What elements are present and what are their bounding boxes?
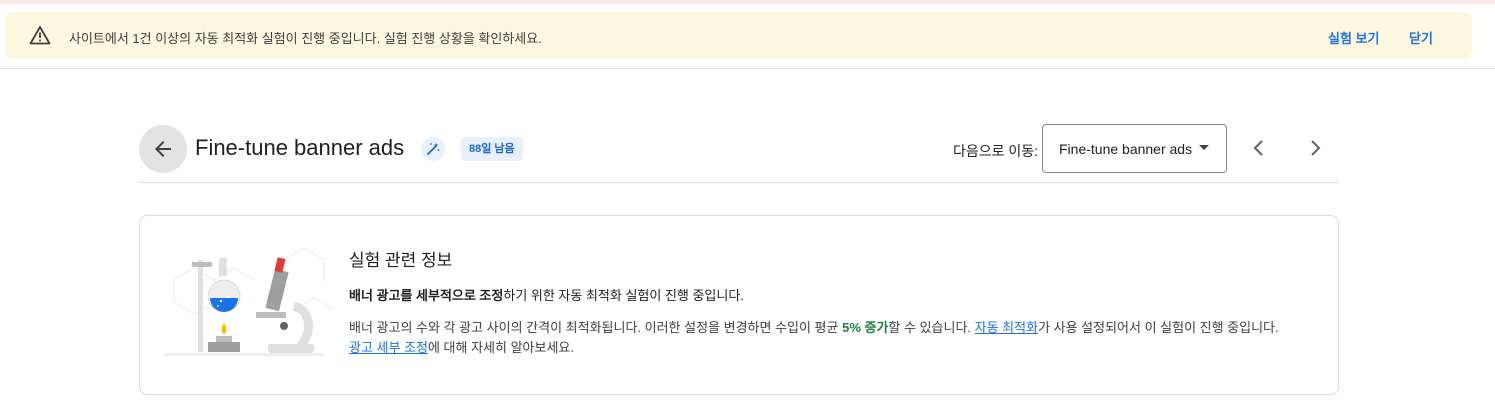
arrow-back-icon	[155, 141, 171, 157]
auto-optimize-icon	[421, 137, 445, 161]
description-text: 할 수 있습니다.	[888, 320, 975, 335]
days-remaining-badge: 88일 남음	[461, 137, 523, 161]
page-title: Fine-tune banner ads	[195, 135, 405, 160]
dismiss-banner-button[interactable]: 닫기	[1409, 28, 1433, 47]
banner-message: 사이트에서 1건 이상의 자동 최적화 실험이 진행 중입니다. 실험 진행 상…	[69, 31, 542, 46]
description-text: 가 사용 설정되어서 이 실험이 진행 중입니다.	[1038, 320, 1279, 335]
section-divider	[139, 182, 1339, 183]
experiment-type-bold: 배너 광고를 세부적으로 조정	[349, 288, 504, 303]
header-divider	[0, 68, 1495, 69]
experiment-description: 배너 광고의 수와 각 광고 사이의 간격이 최적화됩니다. 이러한 설정을 변…	[349, 318, 1329, 358]
description-text: 배너 광고의 수와 각 광고 사이의 간격이 최적화됩니다. 이러한 설정을 변…	[349, 320, 843, 335]
experiment-summary-rest: 하기 위한 자동 최적화 실험이 진행 중입니다.	[503, 288, 744, 303]
experiment-select[interactable]: Fine-tune banner ads	[1042, 124, 1227, 173]
card-title: 실험 관련 정보	[349, 251, 453, 270]
warning-icon	[29, 25, 51, 45]
description-text: 에 대해 자세히 알아보세요.	[427, 340, 574, 355]
revenue-increase-highlight: 5% 증가	[842, 320, 889, 335]
caret-down-icon	[1199, 145, 1209, 150]
next-experiment-button[interactable]	[1303, 136, 1327, 160]
experiment-info-card: 실험 관련 정보 배너 광고를 세부적으로 조정하기 위한 자동 최적화 실험이…	[139, 215, 1339, 395]
auto-optimize-link[interactable]: 자동 최적화	[975, 320, 1038, 335]
experiment-notice-banner: 사이트에서 1건 이상의 자동 최적화 실험이 진행 중입니다. 실험 진행 상…	[5, 12, 1472, 59]
back-button[interactable]	[139, 125, 187, 173]
fine-tune-ads-link[interactable]: 광고 세부 조정	[349, 340, 428, 355]
lab-illustration	[164, 247, 334, 356]
view-experiments-button[interactable]: 실험 보기	[1328, 28, 1379, 47]
top-error-strip	[0, 0, 1495, 4]
previous-experiment-button[interactable]	[1247, 136, 1271, 160]
experiment-select-value: Fine-tune banner ads	[1059, 141, 1193, 157]
goto-label: 다음으로 이동:	[953, 143, 1039, 159]
experiment-summary: 배너 광고를 세부적으로 조정하기 위한 자동 최적화 실험이 진행 중입니다.	[349, 285, 744, 304]
